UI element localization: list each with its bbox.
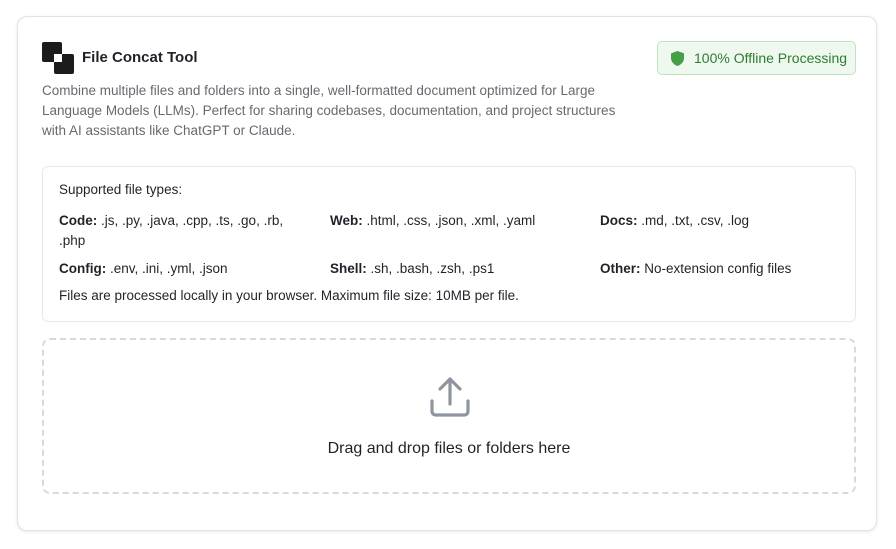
file-type-label: Web: xyxy=(330,213,363,228)
offline-badge-label: 100% Offline Processing xyxy=(694,50,848,66)
file-type-extensions: .md, .txt, .csv, .log xyxy=(637,213,750,228)
offline-processing-badge: 100% Offline Processing xyxy=(657,41,856,75)
file-type-label: Docs: xyxy=(600,213,638,228)
tool-description: Combine multiple files and folders into … xyxy=(42,83,616,138)
file-type-extensions: No-extension config files xyxy=(640,261,792,276)
logo-icon xyxy=(42,42,74,74)
file-type-shell: Shell: .sh, .bash, .zsh, .ps1 xyxy=(330,259,580,279)
supported-types-heading: Supported file types: xyxy=(59,182,183,197)
file-type-extensions: .env, .ini, .yml, .json xyxy=(106,261,228,276)
file-type-code: Code: .js, .py, .java, .cpp, .ts, .go, .… xyxy=(59,211,299,251)
file-type-other: Other: No-extension config files xyxy=(600,259,850,279)
file-type-label: Code: xyxy=(59,213,98,228)
file-type-web: Web: .html, .css, .json, .xml, .yaml xyxy=(330,211,580,231)
file-type-docs: Docs: .md, .txt, .csv, .log xyxy=(600,211,840,231)
supported-file-types-panel: Supported file types: Code: .js, .py, .j… xyxy=(42,166,856,322)
file-type-config: Config: .env, .ini, .yml, .json xyxy=(59,259,299,279)
file-type-extensions: .html, .css, .json, .xml, .yaml xyxy=(362,213,536,228)
drop-zone-label: Drag and drop files or folders here xyxy=(327,440,571,457)
file-type-label: Shell: xyxy=(330,261,367,276)
file-drop-zone[interactable]: Drag and drop files or folders here xyxy=(42,338,856,494)
shield-icon xyxy=(671,50,684,66)
file-type-extensions: .sh, .bash, .zsh, .ps1 xyxy=(366,261,495,276)
page-title: File Concat Tool xyxy=(82,49,198,66)
file-type-label: Other: xyxy=(600,261,641,276)
file-concat-card: File Concat Tool 100% Offline Processing… xyxy=(17,16,877,531)
upload-icon xyxy=(430,377,470,417)
file-type-label: Config: xyxy=(59,261,107,276)
local-processing-note: Files are processed locally in your brow… xyxy=(59,288,519,303)
